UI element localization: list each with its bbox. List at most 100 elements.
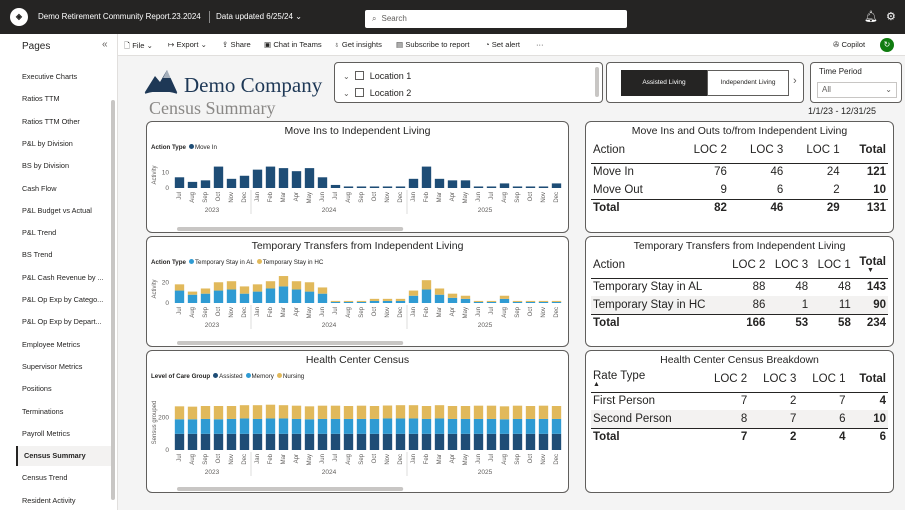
bar — [265, 404, 276, 419]
column-header[interactable]: Action — [591, 137, 673, 163]
column-header[interactable]: LOC 3 — [749, 366, 798, 392]
table-cell: 10 — [847, 410, 888, 428]
table-total-cell: 2 — [749, 427, 799, 446]
bar — [317, 433, 328, 450]
column-header[interactable]: LOC 3 — [729, 137, 785, 163]
column-header[interactable]: LOC 1 — [785, 137, 841, 163]
slicer-scrollbar[interactable] — [595, 67, 599, 97]
bar — [356, 418, 367, 434]
page-item[interactable]: P&L Budget vs Actual — [16, 201, 111, 221]
bar — [330, 300, 341, 302]
bar — [252, 291, 263, 303]
legend-swatch — [213, 373, 219, 378]
checkbox[interactable] — [354, 71, 364, 80]
independent-living-button[interactable]: Independent Living — [707, 70, 789, 96]
bar — [486, 418, 497, 434]
chevron-double-left-icon[interactable]: « — [102, 39, 108, 50]
location-option-1[interactable]: ⌄ Location 1 — [343, 71, 411, 81]
page-item[interactable]: Terminations — [16, 402, 111, 422]
hc-breakdown-table-card: Health Center Census Breakdown Rate Type… — [585, 350, 894, 493]
page-item[interactable]: P&L Op Exp by Depart... — [16, 312, 111, 332]
scrollbar[interactable] — [111, 100, 115, 500]
table-row[interactable]: Second Person 8 7 6 10 — [591, 410, 888, 428]
table-row[interactable]: Move Out 9 6 2 10 — [591, 181, 888, 199]
page-item[interactable]: P&L Trend — [16, 223, 111, 243]
bar — [499, 183, 510, 188]
page-item[interactable]: Ratios TTM — [16, 89, 111, 109]
page-title: Census Summary — [149, 98, 276, 118]
table-row[interactable]: First Person 7 2 7 4 — [591, 392, 888, 410]
page-item[interactable]: Census Trend — [16, 468, 111, 488]
column-header[interactable]: LOC 2 — [725, 252, 768, 278]
chat-in-teams-button[interactable]: ▣ Chat in Teams — [264, 40, 322, 49]
bar — [525, 301, 536, 303]
more-options-button[interactable]: ··· — [536, 40, 544, 49]
column-header-label: Action — [593, 258, 625, 271]
search-input[interactable]: ⌕ Search — [365, 10, 627, 28]
bar — [174, 406, 185, 420]
data-updated-label: Data updated 6/25/24 — [216, 12, 293, 21]
time-period-dropdown[interactable]: All ⌄ — [817, 82, 897, 98]
bar — [330, 418, 341, 434]
legend-swatch — [256, 259, 262, 264]
bar — [395, 433, 406, 450]
column-header[interactable]: Total — [842, 137, 888, 163]
gear-icon[interactable]: ⚙ — [886, 10, 896, 23]
page-item[interactable]: P&L Cash Revenue by ... — [16, 268, 111, 288]
page-item[interactable]: Payroll Metrics — [16, 424, 111, 444]
export-menu[interactable]: ↦ Export ⌄ — [168, 40, 207, 49]
subscribe-button[interactable]: ▤ Subscribe to report — [396, 40, 469, 49]
page-item[interactable]: Cash Flow — [16, 179, 111, 199]
copilot-button[interactable]: ✇ Copilot — [833, 40, 865, 49]
x-tick-label: Oct — [216, 454, 222, 464]
x-tick-label: Jan — [255, 192, 261, 202]
bar — [213, 433, 224, 450]
copilot-label: Copilot — [841, 40, 866, 49]
chevron-down-icon: ⌄ — [885, 85, 892, 94]
page-item[interactable]: Executive Charts — [16, 67, 111, 87]
x-tick-label: May — [307, 454, 313, 465]
column-header[interactable]: LOC 2 — [700, 366, 749, 392]
data-updated-dropdown[interactable]: Data updated 6/25/24 ⌄ — [216, 12, 302, 21]
refresh-icon[interactable]: ↻ — [880, 38, 894, 52]
set-alert-button[interactable]: ◔ Set alert — [485, 40, 520, 49]
column-header[interactable]: Total — [848, 366, 888, 392]
column-header[interactable]: Total ▼ — [853, 252, 888, 278]
page-item[interactable]: Resident Activity — [16, 491, 111, 511]
page-item[interactable]: Ratios TTM Other — [16, 112, 111, 132]
share-button[interactable]: ⇪ Share — [222, 40, 251, 49]
table-row[interactable]: Temporary Stay in HC 86 1 11 90 — [591, 296, 888, 314]
file-menu[interactable]: 🗋 File ⌄ — [124, 40, 153, 53]
page-item[interactable]: BS by Division — [16, 156, 111, 176]
chart-title: Health Center Census — [305, 354, 410, 366]
page-item[interactable]: Positions — [16, 379, 111, 399]
location-option-2[interactable]: ⌄ Location 2 — [343, 88, 411, 98]
table-row[interactable]: Temporary Stay in AL 88 48 48 143 — [591, 278, 888, 296]
report-name[interactable]: Demo Retirement Community Report.23.2024 — [38, 12, 201, 21]
column-header[interactable]: Action — [591, 252, 725, 278]
assisted-living-button[interactable]: Assisted Living — [621, 70, 707, 96]
column-header[interactable]: LOC 1 — [810, 252, 853, 278]
page-item[interactable]: P&L by Division — [16, 134, 111, 154]
bell-icon[interactable]: 🔔︎ — [864, 10, 878, 23]
page-item[interactable]: Census Summary — [16, 446, 111, 467]
page-item[interactable]: Employee Metrics — [16, 335, 111, 355]
table-cell: Move Out — [593, 183, 643, 196]
get-insights-button[interactable]: ♁ Get insights — [334, 40, 382, 49]
column-header[interactable]: LOC 2 — [673, 137, 729, 163]
org-logo-icon[interactable]: ◈ — [10, 8, 28, 26]
table-cell: 121 — [866, 166, 886, 179]
page-item[interactable]: P&L Op Exp by Catego... — [16, 290, 111, 310]
chevron-right-icon[interactable]: › — [793, 75, 797, 87]
bar — [382, 418, 393, 434]
column-header[interactable]: LOC 1 — [798, 366, 847, 392]
table-row[interactable]: Move In 76 46 24 121 — [591, 163, 888, 181]
column-header[interactable]: LOC 3 — [767, 252, 810, 278]
column-header[interactable]: Rate Type ▲ — [591, 366, 700, 392]
checkbox[interactable] — [354, 88, 364, 97]
table-cell: 9 — [720, 183, 727, 196]
bar — [538, 418, 549, 434]
page-item[interactable]: BS Trend — [16, 245, 111, 265]
page-item[interactable]: Supervisor Metrics — [16, 357, 111, 377]
bar — [382, 433, 393, 450]
